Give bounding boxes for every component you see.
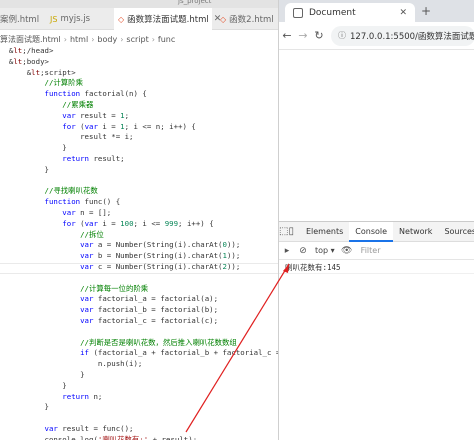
- context-label: top: [315, 246, 329, 255]
- new-tab-icon[interactable]: +: [421, 4, 431, 18]
- code-line: n.push(i);: [0, 359, 143, 369]
- editor-tab-label: myjs.js: [60, 14, 91, 24]
- chevron-right-icon: ›: [120, 34, 124, 44]
- code-line: for (var i = 100; i <= 999; i++) {: [62, 218, 214, 228]
- breadcrumb-item[interactable]: 算法面试题.html: [0, 34, 61, 45]
- code-line: var factorial_a = factorial(a);: [80, 294, 219, 304]
- chevron-right-icon: ›: [63, 34, 67, 44]
- code-line: result *= i;: [0, 132, 134, 142]
- info-icon[interactable]: ⓘ: [338, 30, 346, 41]
- code-line: var result = func();: [44, 423, 134, 433]
- breadcrumb-item[interactable]: html: [70, 35, 88, 44]
- code-line: var factorial_c = factorial(c);: [80, 315, 219, 325]
- chevron-right-icon: ›: [91, 34, 95, 44]
- inspect-element-icon[interactable]: ⬚: [279, 226, 288, 237]
- code-line: var factorial_b = factorial(b);: [80, 305, 219, 315]
- code-line: for (var i = 1; i <= n; i++) {: [62, 121, 196, 131]
- code-line: }: [0, 143, 67, 153]
- editor-tab-bar: 案例.html JS myjs.js ◇ 函数算法面试题.html ✕ ◇ 函数…: [0, 8, 278, 30]
- filter-input[interactable]: Filter: [361, 246, 381, 255]
- page-icon: [293, 7, 303, 18]
- code-line: &lt;body>: [0, 56, 49, 66]
- tab-sources[interactable]: Sources: [438, 222, 474, 242]
- breadcrumb: 算法面试题.html › html › body › script › func: [0, 31, 278, 47]
- page-viewport: [279, 51, 474, 221]
- editor-tab-label: 函数2.html: [229, 15, 274, 25]
- devtools-tab-bar: ⬚ ▯ Elements Console Network Sources: [279, 221, 474, 242]
- html-file-icon: ◇: [220, 14, 227, 24]
- code-line: //拆位: [0, 229, 104, 239]
- console-message: 喇叭花数有:145: [279, 260, 474, 274]
- breadcrumb-item[interactable]: func: [158, 35, 175, 44]
- code-line: &lt;script>: [0, 67, 76, 77]
- code-line: function func() {: [44, 197, 121, 207]
- url-text: 127.0.0.1:5500/函数算法面试题.h: [350, 31, 474, 42]
- breadcrumb-item[interactable]: body: [97, 35, 117, 44]
- code-line: }: [0, 369, 85, 379]
- code-line: console.log('喇叭花数有:' + result);: [0, 434, 198, 440]
- clear-console-icon[interactable]: ⊘: [295, 246, 311, 256]
- editor-tab-函数算法面试题[interactable]: ◇ 函数算法面试题.html ✕: [114, 8, 221, 30]
- code-line: var b = Number(String(i).charAt(1));: [80, 251, 241, 261]
- code-line: //计算阶乘: [0, 78, 83, 88]
- editor-titlebar: js_project: [0, 0, 278, 8]
- project-name: js_project: [178, 0, 212, 5]
- tab-elements[interactable]: Elements: [300, 222, 349, 242]
- tab-console[interactable]: Console: [349, 221, 394, 242]
- html-file-icon: ◇: [118, 14, 125, 24]
- browser-tab[interactable]: Document ✕: [285, 3, 415, 22]
- code-line: }: [0, 380, 67, 390]
- code-editor: js_project 案例.html JS myjs.js ◇ 函数算法面试题.…: [0, 0, 278, 440]
- address-bar[interactable]: ⓘ 127.0.0.1:5500/函数算法面试题.h: [331, 25, 474, 46]
- context-selector[interactable]: top ▾: [311, 246, 339, 255]
- editor-tab-案例[interactable]: 案例.html: [0, 8, 44, 30]
- code-line: }: [0, 164, 49, 174]
- code-line: &lt;/head>: [0, 46, 54, 55]
- code-line: return result;: [62, 153, 125, 163]
- code-line: var c = Number(String(i).charAt(2));: [80, 261, 241, 271]
- editor-tab-label: 案例.html: [0, 15, 40, 25]
- editor-tab-label: 函数算法面试题.html: [127, 15, 209, 25]
- devtools-panel: ⬚ ▯ Elements Console Network Sources ▸ ⊘…: [279, 221, 474, 440]
- code-line: if (factorial_a + factorial_b + factoria…: [80, 348, 278, 358]
- chevron-right-icon: ›: [151, 34, 155, 44]
- browser-tab-strip: Document ✕ +: [279, 0, 474, 22]
- code-line: return n;: [62, 391, 103, 401]
- forward-icon[interactable]: →: [295, 29, 311, 42]
- close-icon[interactable]: ✕: [399, 8, 407, 18]
- code-line: var n = [];: [62, 207, 112, 217]
- breadcrumb-item[interactable]: script: [126, 35, 148, 44]
- editor-tab-函数2[interactable]: ◇ 函数2.html: [216, 8, 276, 30]
- browser-window: Document ✕ + ← → ↻ ⓘ 127.0.0.1:5500/函数算法…: [278, 0, 474, 440]
- browser-tab-title: Document: [309, 7, 356, 18]
- code-area[interactable]: &lt;/head> &lt;body> &lt;script> //计算阶乘 …: [0, 46, 278, 440]
- code-line: //累乘器: [0, 99, 94, 109]
- eye-icon[interactable]: 👁: [339, 246, 355, 256]
- sidebar-toggle-icon[interactable]: ▸: [279, 246, 295, 256]
- code-line: var result = 1;: [62, 110, 130, 120]
- code-line: //计算每一位的阶乘: [0, 283, 149, 293]
- device-toolbar-icon[interactable]: ▯: [288, 226, 294, 237]
- tab-network[interactable]: Network: [393, 222, 438, 242]
- code-line: //寻找喇叭花数: [0, 186, 98, 196]
- code-line: }: [0, 402, 49, 412]
- code-line: //判断是否是喇叭花数，然后推入喇叭花数数组: [0, 337, 237, 347]
- code-line: var a = Number(String(i).charAt(0));: [80, 240, 241, 250]
- code-line: function factorial(n) {: [44, 89, 147, 99]
- console-toolbar: ▸ ⊘ top ▾ 👁 Filter: [279, 242, 474, 260]
- js-file-icon: JS: [50, 14, 58, 24]
- editor-tab-myjs[interactable]: JS myjs.js: [50, 8, 110, 30]
- browser-toolbar: ← → ↻ ⓘ 127.0.0.1:5500/函数算法面试题.h: [279, 22, 474, 50]
- reload-icon[interactable]: ↻: [311, 29, 327, 42]
- back-icon[interactable]: ←: [279, 29, 295, 42]
